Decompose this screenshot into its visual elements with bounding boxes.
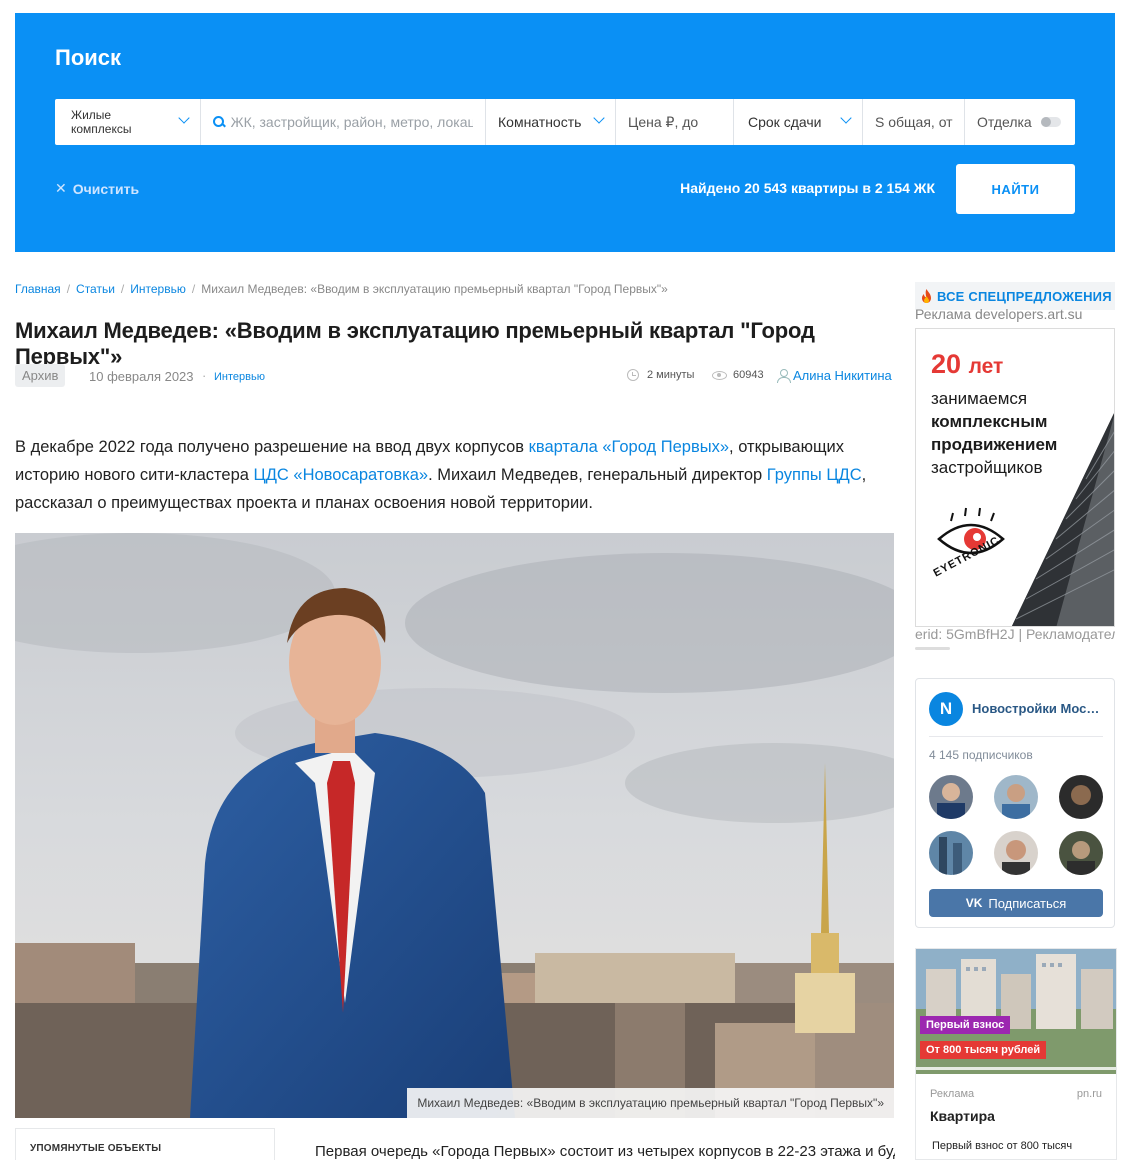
read-time-value: 2 минуты: [647, 369, 695, 381]
carousel-indicator[interactable]: [915, 647, 950, 650]
banner-line: продвижением: [931, 435, 1058, 454]
article-meta: Архив 10 февраля 2023 · Интервью 2 минут…: [15, 364, 895, 390]
divider: [929, 736, 1103, 737]
clear-filters-button[interactable]: ✕ Очистить: [55, 180, 139, 197]
photo-caption: Михаил Медведев: «Вводим в эксплуатацию …: [407, 1088, 894, 1118]
vk-icon: VK: [965, 896, 983, 910]
author-link[interactable]: Алина Никитина: [777, 368, 892, 383]
price-placeholder: Цена ₽, до: [628, 113, 699, 130]
search-title: Поиск: [55, 45, 122, 70]
price-input[interactable]: Цена ₽, до: [616, 99, 734, 145]
find-button[interactable]: НАЙТИ: [956, 164, 1075, 214]
promo-card[interactable]: Первый взнос От 800 тысяч рублей Реклама…: [915, 948, 1117, 1160]
search-filters: Жилые комплексы Комнатность Цена ₽, до С…: [55, 99, 1075, 145]
rooms-label: Комнатность: [498, 114, 582, 130]
rooms-select[interactable]: Комнатность: [486, 99, 616, 145]
breadcrumb-home[interactable]: Главная: [15, 282, 61, 296]
lead-link-quarter[interactable]: квартала «Город Первых»: [529, 438, 729, 456]
lead-text: . Михаил Медведев, генеральный директор: [428, 466, 767, 484]
author-name: Алина Никитина: [793, 368, 892, 383]
breadcrumb-separator: /: [191, 282, 196, 296]
article-lead: В декабре 2022 года получено разрешение …: [15, 433, 895, 517]
subscribe-label: Подписаться: [988, 895, 1067, 911]
category-link[interactable]: Интервью: [214, 371, 265, 383]
clear-label: Очистить: [72, 180, 140, 197]
subscribe-button[interactable]: VK Подписаться: [929, 889, 1103, 917]
avatar[interactable]: [929, 831, 973, 875]
search-panel: Поиск Жилые комплексы Комнатность Цена ₽…: [15, 13, 1115, 252]
banner-text: занимаемся комплексным продвижением заст…: [931, 387, 1111, 479]
eye-icon: [712, 370, 727, 380]
area-placeholder: S общая, от: [875, 114, 953, 130]
avatar[interactable]: [929, 775, 973, 819]
breadcrumb-separator: /: [120, 282, 125, 296]
photo-illustration: [15, 533, 894, 1118]
breadcrumb-current: Михаил Медведев: «Вводим в эксплуатацию …: [201, 282, 668, 296]
chevron-down-icon: [840, 112, 852, 124]
chevron-down-icon: [178, 112, 190, 124]
term-label: Срок сдачи: [748, 114, 822, 130]
chevron-down-icon: [593, 112, 605, 124]
community-logo[interactable]: N: [929, 692, 963, 726]
banner-line: комплексным: [931, 412, 1048, 431]
close-icon: ✕: [55, 180, 67, 196]
completion-term-select[interactable]: Срок сдачи: [734, 99, 863, 145]
community-name[interactable]: Новостройки Москвы: [972, 701, 1104, 716]
meta-separator: ·: [202, 368, 207, 383]
property-type-label: Жилые комплексы: [71, 108, 132, 136]
breadcrumb-articles[interactable]: Статьи: [76, 282, 115, 296]
read-time: 2 минуты: [627, 369, 694, 381]
lead-link-developer[interactable]: Группы ЦДС: [767, 466, 862, 484]
views-value: 60943: [733, 369, 764, 381]
subscriber-avatars: [929, 775, 1103, 875]
banner-line: застройщиков: [931, 458, 1043, 477]
breadcrumb: Главная / Статьи / Интервью / Михаил Мед…: [15, 282, 668, 296]
lead-link-cluster[interactable]: ЦДС «Новосаратовка»: [254, 466, 429, 484]
area-input[interactable]: S общая, от: [863, 99, 965, 145]
banner-years: 20: [931, 349, 962, 379]
promo-ad-label: Реклама: [930, 1088, 975, 1100]
views-count: 60943: [712, 369, 764, 381]
page-title: Михаил Медведев: «Вводим в эксплуатацию …: [15, 318, 815, 369]
user-icon: [777, 369, 791, 383]
article-date: 10 февраля 2023: [89, 369, 194, 384]
promo-text: Первый взнос от 800 тысяч: [932, 1140, 1073, 1152]
promo-title: Квартира: [930, 1108, 995, 1124]
vk-widget: N Новостройки Москвы 4 145 подписчиков V…: [915, 678, 1115, 928]
promo-badge: Первый взнос: [920, 1016, 1011, 1034]
article-photo: Михаил Медведев: «Вводим в эксплуатацию …: [15, 533, 894, 1118]
finish-label: Отделка: [977, 114, 1032, 130]
finish-toggle[interactable]: [1041, 117, 1061, 127]
property-type-select[interactable]: Жилые комплексы: [55, 99, 201, 145]
avatar[interactable]: [1059, 775, 1103, 819]
banner-line: занимаемся: [931, 389, 1028, 408]
ad-erid: erid: 5GmBfH2J | Рекламодатель: [915, 626, 1115, 642]
search-field[interactable]: [201, 99, 486, 145]
breadcrumb-interview[interactable]: Интервью: [130, 282, 186, 296]
search-input[interactable]: [230, 114, 473, 130]
breadcrumb-separator: /: [66, 282, 71, 296]
promo-domain: pn.ru: [1076, 1088, 1102, 1100]
clock-icon: [627, 369, 639, 381]
finish-toggle-field[interactable]: Отделка: [965, 99, 1075, 145]
ad-banner[interactable]: 20 лет занимаемся комплексным продвижени…: [915, 328, 1115, 627]
archive-tag[interactable]: Архив: [15, 364, 66, 387]
avatar[interactable]: [994, 831, 1038, 875]
ad-label: Реклама developers.art.su: [915, 306, 1083, 322]
article-paragraph: Первая очередь «Города Первых» состоит и…: [315, 1143, 895, 1160]
special-offers-label: ВСЕ СПЕЦПРЕДЛОЖЕНИЯ: [937, 288, 1112, 304]
avatar[interactable]: [994, 775, 1038, 819]
promo-badge: От 800 тысяч рублей: [920, 1041, 1047, 1059]
mentioned-title: УПОМЯНУТЫЕ ОБЪЕКТЫ: [30, 1143, 162, 1154]
results-count: Найдено 20 543 квартиры в 2 154 ЖК: [680, 180, 935, 196]
mentioned-objects: УПОМЯНУТЫЕ ОБЪЕКТЫ: [15, 1128, 275, 1160]
lead-text: В декабре 2022 года получено разрешение …: [15, 438, 529, 456]
avatar[interactable]: [1059, 831, 1103, 875]
subscribers-count: 4 145 подписчиков: [929, 748, 1033, 762]
banner-years-suffix: лет: [968, 355, 1004, 378]
fire-icon: [922, 289, 931, 303]
banner-title: 20 лет: [931, 349, 1003, 380]
search-icon: [213, 116, 225, 128]
